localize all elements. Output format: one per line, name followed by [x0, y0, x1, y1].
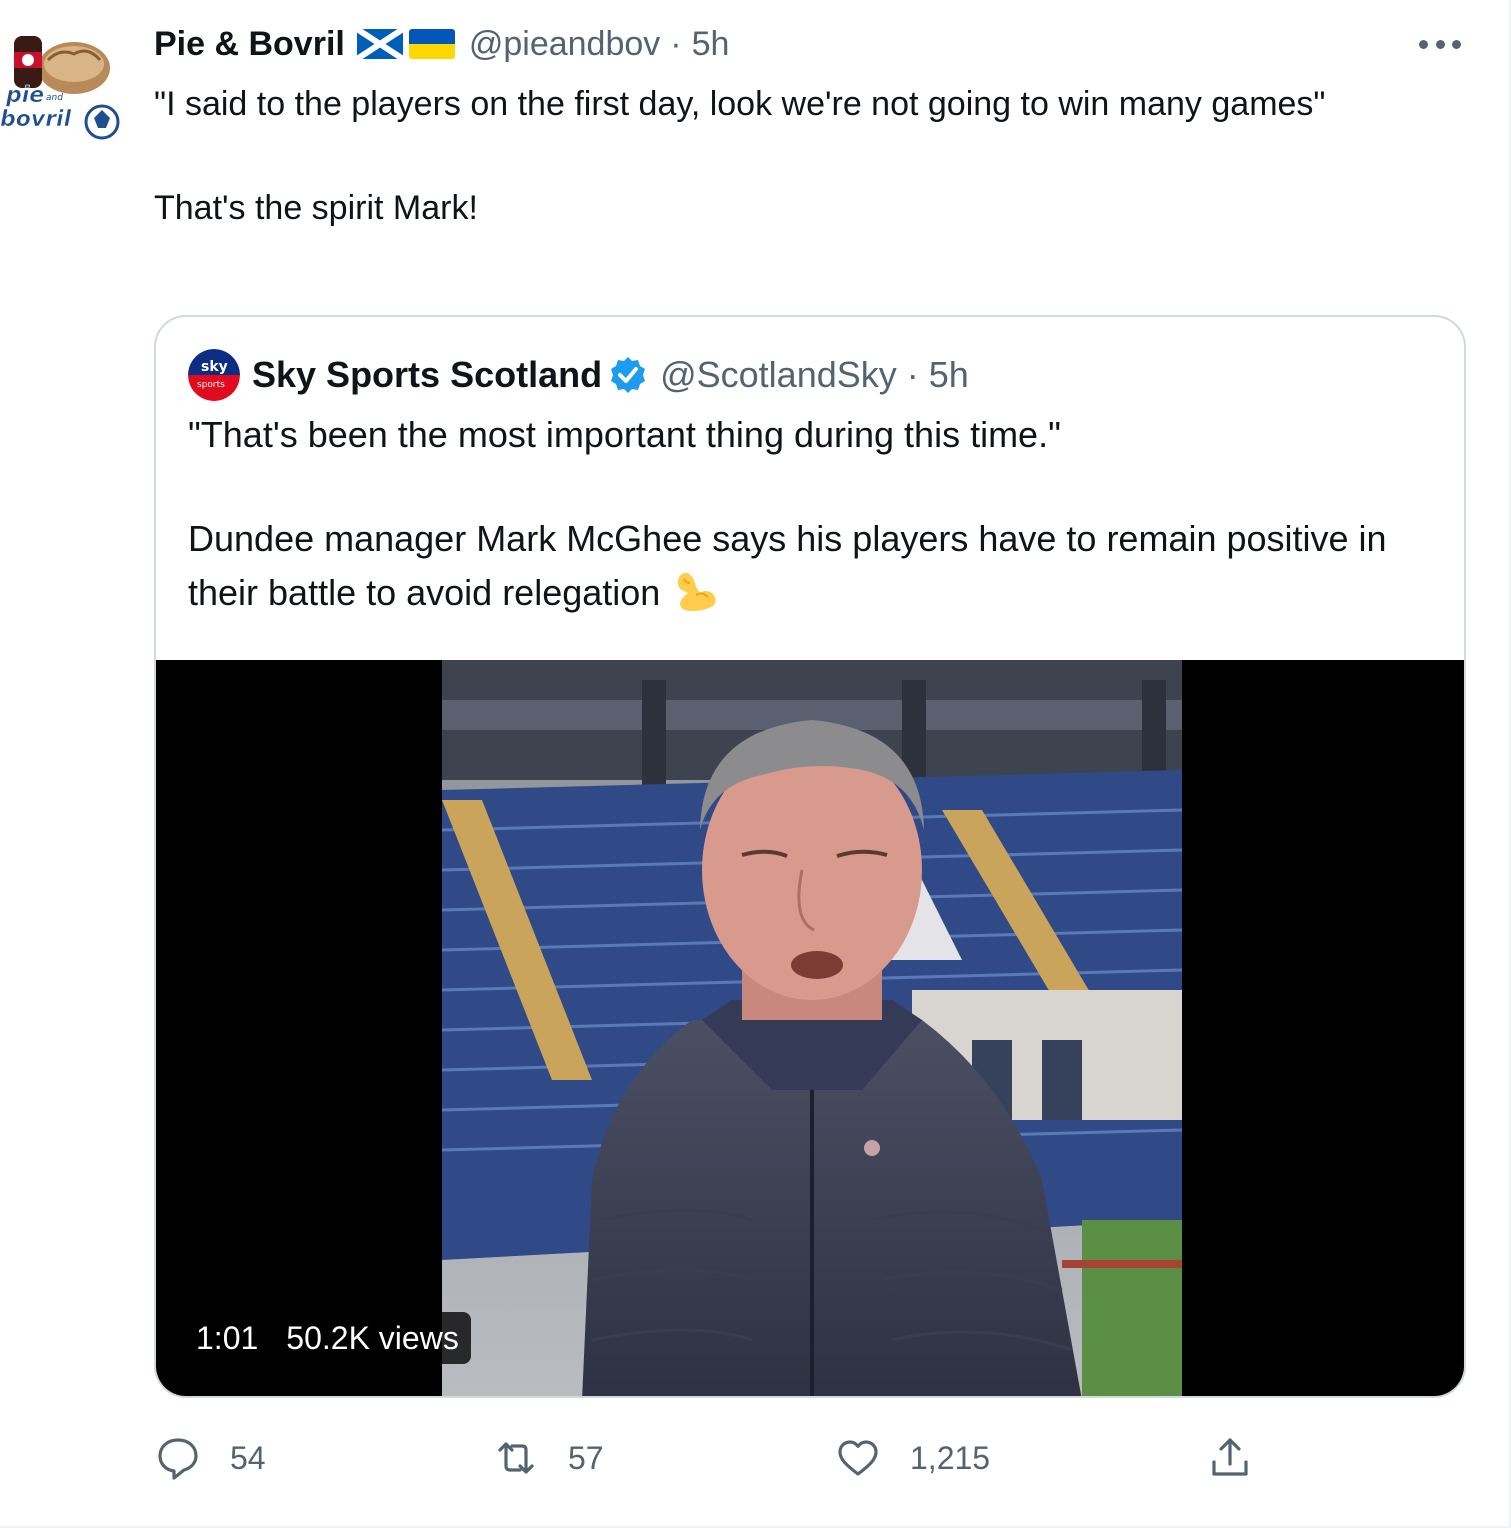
share-button[interactable]: [1206, 1428, 1254, 1488]
quoted-author-handle[interactable]: @ScotlandSky: [660, 354, 897, 396]
tweet-header: Pie & Bovril @pieandbov · 5h: [154, 22, 729, 66]
sky-sports-logo: sky sports: [188, 349, 240, 401]
quoted-tweet-timestamp[interactable]: 5h: [929, 354, 969, 396]
svg-text:bovril: bovril: [0, 107, 72, 132]
tweet[interactable]: pie and bovril Pie & Bovril @pieandbov ·…: [0, 0, 1511, 1528]
tweet-text-quote: "I said to the players on the first day,…: [154, 85, 1326, 123]
flexed-biceps-icon: [678, 573, 716, 611]
video-thumbnail: [442, 660, 1182, 1396]
more-options-icon[interactable]: [1419, 34, 1461, 54]
video-view-count: 50.2K views: [286, 1319, 459, 1356]
scotland-flag-icon: [356, 29, 403, 59]
quoted-tweet[interactable]: sky sports Sky Sports Scotland @Scotland…: [154, 315, 1466, 1398]
quoted-text-quote: "That's been the most important thing du…: [188, 414, 1061, 455]
quoted-tweet-header: sky sports Sky Sports Scotland @Scotland…: [188, 349, 969, 401]
pie-and-bovril-avatar[interactable]: pie and bovril: [0, 30, 124, 140]
author-display-name[interactable]: Pie & Bovril: [154, 25, 345, 64]
quoted-author-display-name[interactable]: Sky Sports Scotland: [252, 354, 602, 396]
sky-sports-avatar[interactable]: sky sports: [188, 349, 240, 401]
quoted-tweet-text: "That's been the most important thing du…: [188, 409, 1448, 619]
tweet-timestamp[interactable]: 5h: [692, 25, 730, 64]
video-duration-badge: 1:01 50.2K views: [180, 1312, 471, 1364]
svg-text:and: and: [46, 93, 63, 103]
pie-and-bovril-logo: pie and bovril: [0, 36, 120, 140]
retweet-button[interactable]: 57: [492, 1428, 604, 1488]
reply-count: 54: [230, 1439, 266, 1476]
author-handle[interactable]: @pieandbov: [469, 25, 660, 64]
flag-emojis: [356, 29, 455, 59]
like-button[interactable]: 1,215: [834, 1428, 990, 1488]
video-duration: 1:01: [196, 1319, 259, 1356]
video-player[interactable]: 1:01 50.2K views: [156, 660, 1464, 1396]
quoted-text-body-content: Dundee manager Mark McGhee says his play…: [188, 518, 1387, 613]
verified-badge-icon: [611, 357, 646, 393]
svg-text:sports: sports: [197, 380, 225, 390]
header-separator: ·: [670, 24, 682, 63]
reply-button[interactable]: 54: [154, 1428, 266, 1488]
heart-icon: [838, 1440, 878, 1476]
tweet-actions: 54 57 1,215: [154, 1428, 1274, 1488]
tweet-text-comment: That's the spirit Mark!: [154, 189, 478, 227]
svg-text:sky: sky: [201, 359, 228, 375]
quoted-header-separator: ·: [906, 354, 919, 395]
like-count: 1,215: [910, 1439, 991, 1476]
svg-text:pie: pie: [5, 83, 44, 108]
share-icon: [1212, 1438, 1248, 1476]
ukraine-flag-icon: [408, 29, 455, 59]
retweet-icon: [498, 1442, 534, 1474]
quoted-text-body: Dundee manager Mark McGhee says his play…: [188, 513, 1448, 619]
retweet-count: 57: [568, 1439, 604, 1476]
reply-icon: [158, 1438, 198, 1480]
video-frame[interactable]: [442, 660, 1182, 1396]
tweet-text: "I said to the players on the first day,…: [154, 78, 1444, 234]
